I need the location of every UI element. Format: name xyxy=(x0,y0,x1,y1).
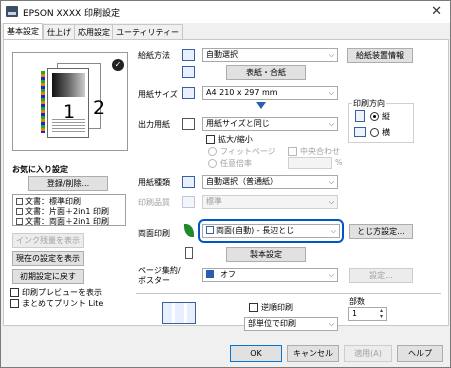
copies-input[interactable]: 1 ▴ ▾ xyxy=(348,307,387,321)
booklet-icon xyxy=(185,247,193,259)
down-arrow-icon xyxy=(256,102,266,109)
copies-label: 部数 xyxy=(349,297,365,306)
reverse-order-label: 逆順印刷 xyxy=(261,303,293,312)
preview-image-band xyxy=(52,73,85,97)
batch-print-label: まとめてプリント Lite xyxy=(22,299,104,308)
ok-button[interactable]: OK xyxy=(230,345,282,362)
print-settings-window: EPSON XXXX 印刷設定 ✕ 基本設定 仕上げ 応用設定 ユーティリティー… xyxy=(0,0,451,368)
chevron-down-icon: ⌵ xyxy=(330,227,336,235)
print-quality-icon xyxy=(182,196,195,208)
title-bar: EPSON XXXX 印刷設定 ✕ xyxy=(1,1,450,23)
duplex-select[interactable]: 両面(自動) - 長辺とじ ⌵ xyxy=(202,224,340,238)
paper-tray-icon xyxy=(182,49,195,61)
preview-left-bars xyxy=(41,71,45,133)
portrait-label: 縦 xyxy=(382,112,390,121)
binding-settings-button[interactable]: とじ方設定... xyxy=(349,224,413,239)
paper-type-label: 用紙種類 xyxy=(138,178,170,187)
paper-source-select[interactable]: 自動選択 ⌵ xyxy=(202,48,338,62)
close-icon[interactable]: ✕ xyxy=(431,4,442,19)
any-scale-label: 任意倍率 xyxy=(220,159,252,168)
chevron-down-icon: ⌵ xyxy=(328,271,334,279)
multipage-select[interactable]: オフ ⌵ xyxy=(202,268,338,282)
show-current-settings-button[interactable]: 現在の設定を表示 xyxy=(12,251,84,266)
scale-input[interactable] xyxy=(288,157,332,169)
cover-interleaf-button[interactable]: 表紙・合紙 xyxy=(226,65,306,80)
multipage-settings-button[interactable]: 設定... xyxy=(349,268,413,283)
print-quality-label: 印刷品質 xyxy=(138,198,170,207)
check-circle-icon: ✓ xyxy=(112,59,124,71)
multipage-icon xyxy=(206,270,214,278)
divider xyxy=(136,293,441,294)
chevron-down-icon: ⌵ xyxy=(328,198,334,206)
batch-print-checkbox[interactable] xyxy=(10,299,19,308)
favorites-list: 文書：標準印刷 文書：片面＋2in1 印刷 文書：両面＋2in1 印刷 xyxy=(12,194,126,226)
center-label: 中央合わせ xyxy=(300,147,340,156)
printer-app-icon xyxy=(6,6,18,17)
tab-finishing[interactable]: 仕上げ xyxy=(43,24,75,39)
output-paper-icon xyxy=(182,118,195,130)
help-button[interactable]: ヘルプ xyxy=(397,345,443,362)
preview-page-number-1: 1 xyxy=(63,101,76,123)
list-item[interactable]: 文書：両面＋2in1 印刷 xyxy=(16,216,109,227)
leaf-icon xyxy=(184,224,194,237)
landscape-radio[interactable] xyxy=(370,128,379,137)
ink-level-button[interactable]: インク残量を表示 xyxy=(12,233,84,248)
center-checkbox[interactable] xyxy=(288,147,297,156)
portrait-icon xyxy=(355,110,365,122)
chevron-down-icon: ⌵ xyxy=(328,320,334,328)
tab-advanced[interactable]: 応用設定 xyxy=(74,24,114,39)
window-title: EPSON XXXX 印刷設定 xyxy=(23,9,121,19)
document-icon xyxy=(16,218,23,225)
paper-size-select[interactable]: A4 210 x 297 mm ⌵ xyxy=(202,86,338,100)
document-icon xyxy=(16,208,23,215)
landscape-icon xyxy=(354,127,366,137)
fit-page-label: フィットページ xyxy=(220,147,276,156)
paper-type-select[interactable]: 自動選択（普通紙） ⌵ xyxy=(202,175,338,189)
tab-utility[interactable]: ユーティリティー xyxy=(112,24,184,39)
print-preview-checkbox[interactable] xyxy=(10,288,19,297)
paper-source-label: 給紙方法 xyxy=(138,51,170,60)
any-scale-radio[interactable] xyxy=(208,159,217,168)
paper-source-info-button[interactable]: 給紙装置情報 xyxy=(347,48,413,63)
apply-button[interactable]: 適用(A) xyxy=(344,345,392,362)
output-paper-select[interactable]: 用紙サイズと同じ ⌵ xyxy=(202,117,338,131)
booklet-settings-button[interactable]: 製本設定 xyxy=(226,247,306,262)
multipage-label: ページ集約/ ポスター xyxy=(138,266,181,285)
portrait-radio[interactable] xyxy=(370,112,379,121)
cover-sheet-icon xyxy=(182,66,195,78)
document-icon xyxy=(16,198,23,205)
reduce-enlarge-checkbox[interactable] xyxy=(206,135,215,144)
chevron-down-icon: ⌵ xyxy=(328,178,334,186)
tab-panel: 1 2 ✓ お気に入り設定 登録/削除... 文書：標準印刷 文書：片面＋2in… xyxy=(3,39,449,331)
spin-icon[interactable]: ▴ ▾ xyxy=(380,308,383,320)
output-paper-label: 出力用紙 xyxy=(138,120,170,129)
orientation-label: 印刷方向 xyxy=(352,98,386,109)
fit-page-radio[interactable] xyxy=(208,147,217,156)
chevron-down-icon: ⌵ xyxy=(328,120,334,128)
cancel-button[interactable]: キャンセル xyxy=(287,345,339,362)
percent-label: % xyxy=(335,158,343,167)
favorites-heading: お気に入り設定 xyxy=(12,165,68,174)
chevron-down-icon: ⌵ xyxy=(328,89,334,97)
reverse-order-checkbox[interactable] xyxy=(249,303,258,312)
preview-page-number-2: 2 xyxy=(93,97,106,119)
paper-type-icon xyxy=(182,176,195,188)
orientation-group xyxy=(348,103,414,143)
duplex-label: 両面印刷 xyxy=(138,229,170,238)
paper-size-label: 用紙サイズ xyxy=(138,90,178,99)
collate-select[interactable]: 部単位で印刷 ⌵ xyxy=(244,317,338,331)
register-delete-button[interactable]: 登録/削除... xyxy=(28,176,108,191)
duplex-icon xyxy=(206,226,214,234)
print-preview-label: 印刷プレビューを表示 xyxy=(22,288,102,297)
landscape-label: 横 xyxy=(382,128,390,137)
reset-defaults-button[interactable]: 初期設定に戻す xyxy=(12,269,84,284)
paper-size-icon xyxy=(182,87,195,99)
collate-pages-icon xyxy=(162,302,196,324)
preview-box: 1 2 ✓ xyxy=(12,52,128,151)
print-quality-select[interactable]: 標準 ⌵ xyxy=(202,195,338,209)
chevron-down-icon: ⌵ xyxy=(328,51,334,59)
tab-basic[interactable]: 基本設定 xyxy=(3,23,43,40)
reduce-enlarge-label: 拡大/縮小 xyxy=(218,135,253,144)
